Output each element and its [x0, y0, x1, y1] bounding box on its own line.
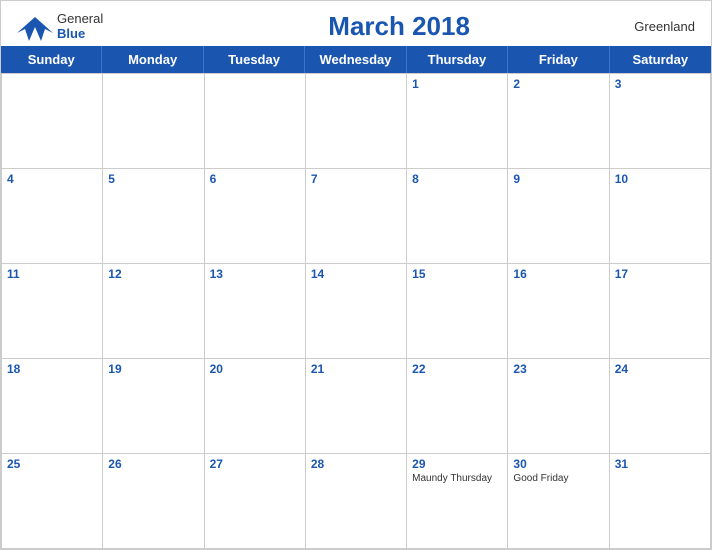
calendar-cell: 28: [306, 454, 407, 549]
calendar-cell: 26: [103, 454, 204, 549]
cell-number: 13: [210, 267, 300, 281]
calendar-cell: 17: [610, 264, 711, 359]
cell-number: 31: [615, 457, 705, 471]
cell-number: 1: [412, 77, 502, 91]
cell-number: 23: [513, 362, 603, 376]
cell-number: 6: [210, 172, 300, 186]
cell-number: 3: [615, 77, 705, 91]
cell-number: 17: [615, 267, 705, 281]
cell-number: 19: [108, 362, 198, 376]
cell-number: 8: [412, 172, 502, 186]
calendar-grid: 1234567891011121314151617181920212223242…: [1, 73, 711, 549]
calendar-cell: 30 Good Friday: [508, 454, 609, 549]
calendar-cell: 23: [508, 359, 609, 454]
calendar-cell: 21: [306, 359, 407, 454]
calendar-cell: 29 Maundy Thursday: [407, 454, 508, 549]
cell-number: 7: [311, 172, 401, 186]
calendar-cell: 20: [205, 359, 306, 454]
logo-text: General Blue: [57, 12, 103, 41]
cell-number: 9: [513, 172, 603, 186]
calendar-header: General Blue March 2018 Greenland: [1, 1, 711, 46]
day-header-thursday: Thursday: [407, 46, 508, 73]
cell-number: 15: [412, 267, 502, 281]
calendar-cell: [2, 74, 103, 169]
calendar-cell: 13: [205, 264, 306, 359]
calendar-cell: 3: [610, 74, 711, 169]
day-header-wednesday: Wednesday: [305, 46, 406, 73]
cell-number: 25: [7, 457, 97, 471]
calendar-cell: 14: [306, 264, 407, 359]
cell-number: 29: [412, 457, 502, 471]
calendar-cell: 8: [407, 169, 508, 264]
day-header-tuesday: Tuesday: [204, 46, 305, 73]
cell-number: 5: [108, 172, 198, 186]
cell-number: 2: [513, 77, 603, 91]
logo-blue: Blue: [57, 27, 103, 41]
calendar-cell: 25: [2, 454, 103, 549]
calendar-cell: 15: [407, 264, 508, 359]
day-header-sunday: Sunday: [1, 46, 102, 73]
calendar-cell: 1: [407, 74, 508, 169]
calendar-cell: 9: [508, 169, 609, 264]
calendar-cell: [205, 74, 306, 169]
calendar-cell: 31: [610, 454, 711, 549]
calendar-cell: 11: [2, 264, 103, 359]
cell-number: 27: [210, 457, 300, 471]
calendar-cell: 4: [2, 169, 103, 264]
calendar-cell: 6: [205, 169, 306, 264]
cell-number: 11: [7, 267, 97, 281]
cell-number: 28: [311, 457, 401, 471]
calendar-cell: 18: [2, 359, 103, 454]
calendar-cell: 27: [205, 454, 306, 549]
calendar-cell: 22: [407, 359, 508, 454]
region-label: Greenland: [634, 19, 695, 34]
calendar-cell: 12: [103, 264, 204, 359]
calendar-cell: 5: [103, 169, 204, 264]
days-header: Sunday Monday Tuesday Wednesday Thursday…: [1, 46, 711, 73]
calendar-cell: [306, 74, 407, 169]
cell-number: 18: [7, 362, 97, 376]
cell-number: 21: [311, 362, 401, 376]
day-header-monday: Monday: [102, 46, 203, 73]
holiday-name: Maundy Thursday: [412, 473, 502, 484]
cell-number: 26: [108, 457, 198, 471]
cell-number: 4: [7, 172, 97, 186]
logo-general: General: [57, 12, 103, 26]
cell-number: 16: [513, 267, 603, 281]
cell-number: 10: [615, 172, 705, 186]
calendar-cell: 7: [306, 169, 407, 264]
calendar-cell: [103, 74, 204, 169]
cell-number: 20: [210, 362, 300, 376]
cell-number: 24: [615, 362, 705, 376]
calendar-title: March 2018: [103, 11, 695, 42]
calendar-cell: 10: [610, 169, 711, 264]
cell-number: 14: [311, 267, 401, 281]
cell-number: 12: [108, 267, 198, 281]
day-header-friday: Friday: [508, 46, 609, 73]
calendar-cell: 24: [610, 359, 711, 454]
holiday-name: Good Friday: [513, 473, 603, 484]
calendar-container: General Blue March 2018 Greenland Sunday…: [0, 0, 712, 550]
logo-bird-icon: [17, 13, 53, 41]
cell-number: 30: [513, 457, 603, 471]
calendar-cell: 19: [103, 359, 204, 454]
logo: General Blue: [17, 12, 103, 41]
calendar-cell: 2: [508, 74, 609, 169]
calendar-cell: 16: [508, 264, 609, 359]
day-header-saturday: Saturday: [610, 46, 711, 73]
cell-number: 22: [412, 362, 502, 376]
